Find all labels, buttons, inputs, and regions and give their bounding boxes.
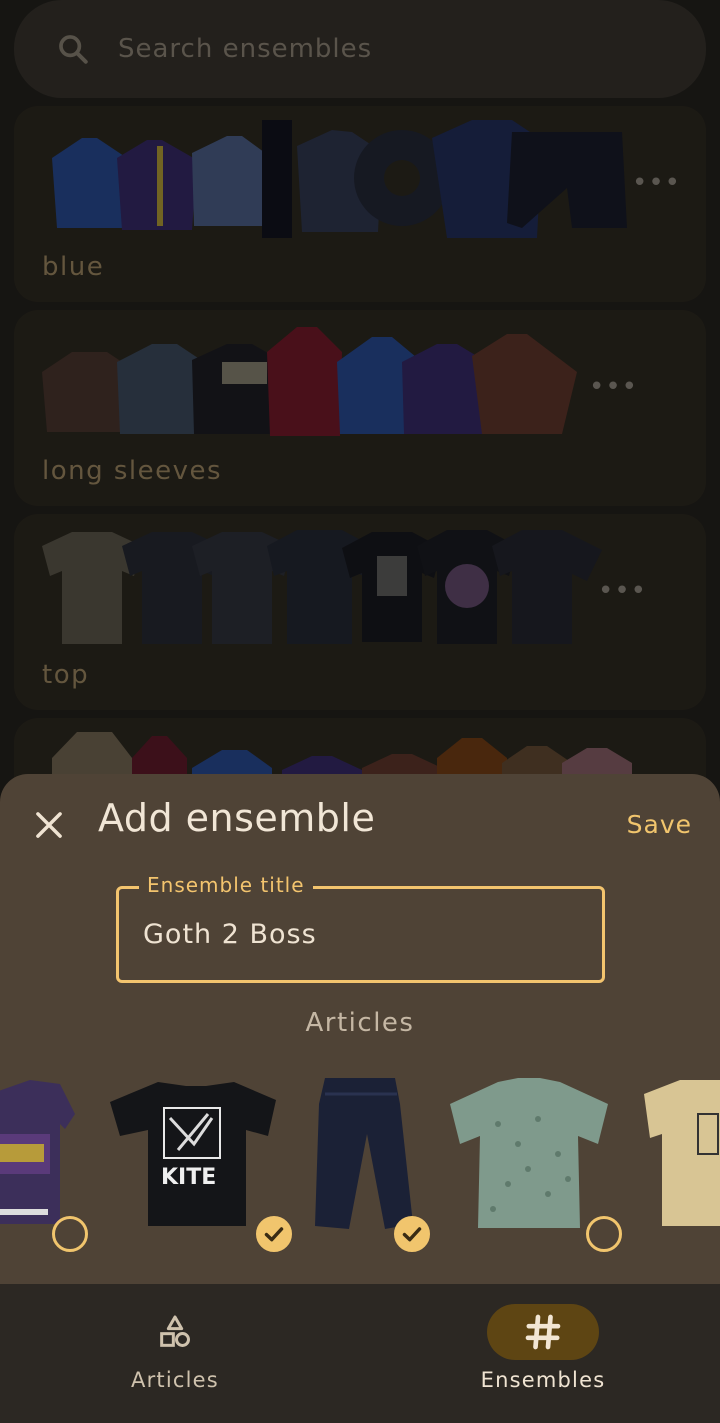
- select-toggle-unchecked[interactable]: [586, 1216, 622, 1252]
- close-icon[interactable]: [30, 806, 68, 844]
- hashtag-icon: [525, 1314, 561, 1350]
- article-image: KITE: [110, 1082, 276, 1226]
- articles-heading: Articles: [305, 1008, 415, 1038]
- save-button[interactable]: Save: [627, 810, 692, 839]
- article-image: [315, 1078, 413, 1229]
- check-icon: [402, 1227, 422, 1242]
- nav-label: Ensembles: [480, 1368, 606, 1392]
- articles-carousel[interactable]: KITE: [0, 1074, 720, 1254]
- sheet-title: Add ensemble: [98, 796, 376, 840]
- ensemble-title-input[interactable]: Goth 2 Boss: [143, 919, 583, 950]
- article-image: [0, 1080, 75, 1224]
- article-kite-tshirt[interactable]: KITE: [108, 1074, 292, 1252]
- article-dark-jeans[interactable]: [305, 1074, 445, 1252]
- add-ensemble-sheet: Add ensemble Save Ensemble title Goth 2 …: [0, 774, 720, 1284]
- nav-label: Articles: [131, 1368, 219, 1392]
- article-zelda-tshirt[interactable]: [0, 1074, 90, 1252]
- article-yellow-tshirt[interactable]: [640, 1074, 720, 1244]
- select-toggle-checked[interactable]: [256, 1216, 292, 1252]
- field-label: Ensemble title: [139, 873, 313, 897]
- sheet-header: Add ensemble Save: [0, 774, 720, 874]
- check-icon: [264, 1227, 284, 1242]
- shapes-icon: [160, 1315, 190, 1347]
- article-patterned-shirt[interactable]: [448, 1074, 628, 1252]
- select-toggle-unchecked[interactable]: [52, 1216, 88, 1252]
- article-image: [450, 1078, 608, 1228]
- nav-item-articles[interactable]: Articles: [0, 1284, 355, 1423]
- bottom-navigation: Articles Ensembles: [0, 1284, 720, 1423]
- article-image: [644, 1080, 720, 1226]
- nav-item-ensembles[interactable]: Ensembles: [363, 1284, 720, 1423]
- ensemble-title-field[interactable]: Ensemble title Goth 2 Boss: [116, 873, 605, 983]
- svg-text:KITE: KITE: [161, 1165, 216, 1190]
- select-toggle-checked[interactable]: [394, 1216, 430, 1252]
